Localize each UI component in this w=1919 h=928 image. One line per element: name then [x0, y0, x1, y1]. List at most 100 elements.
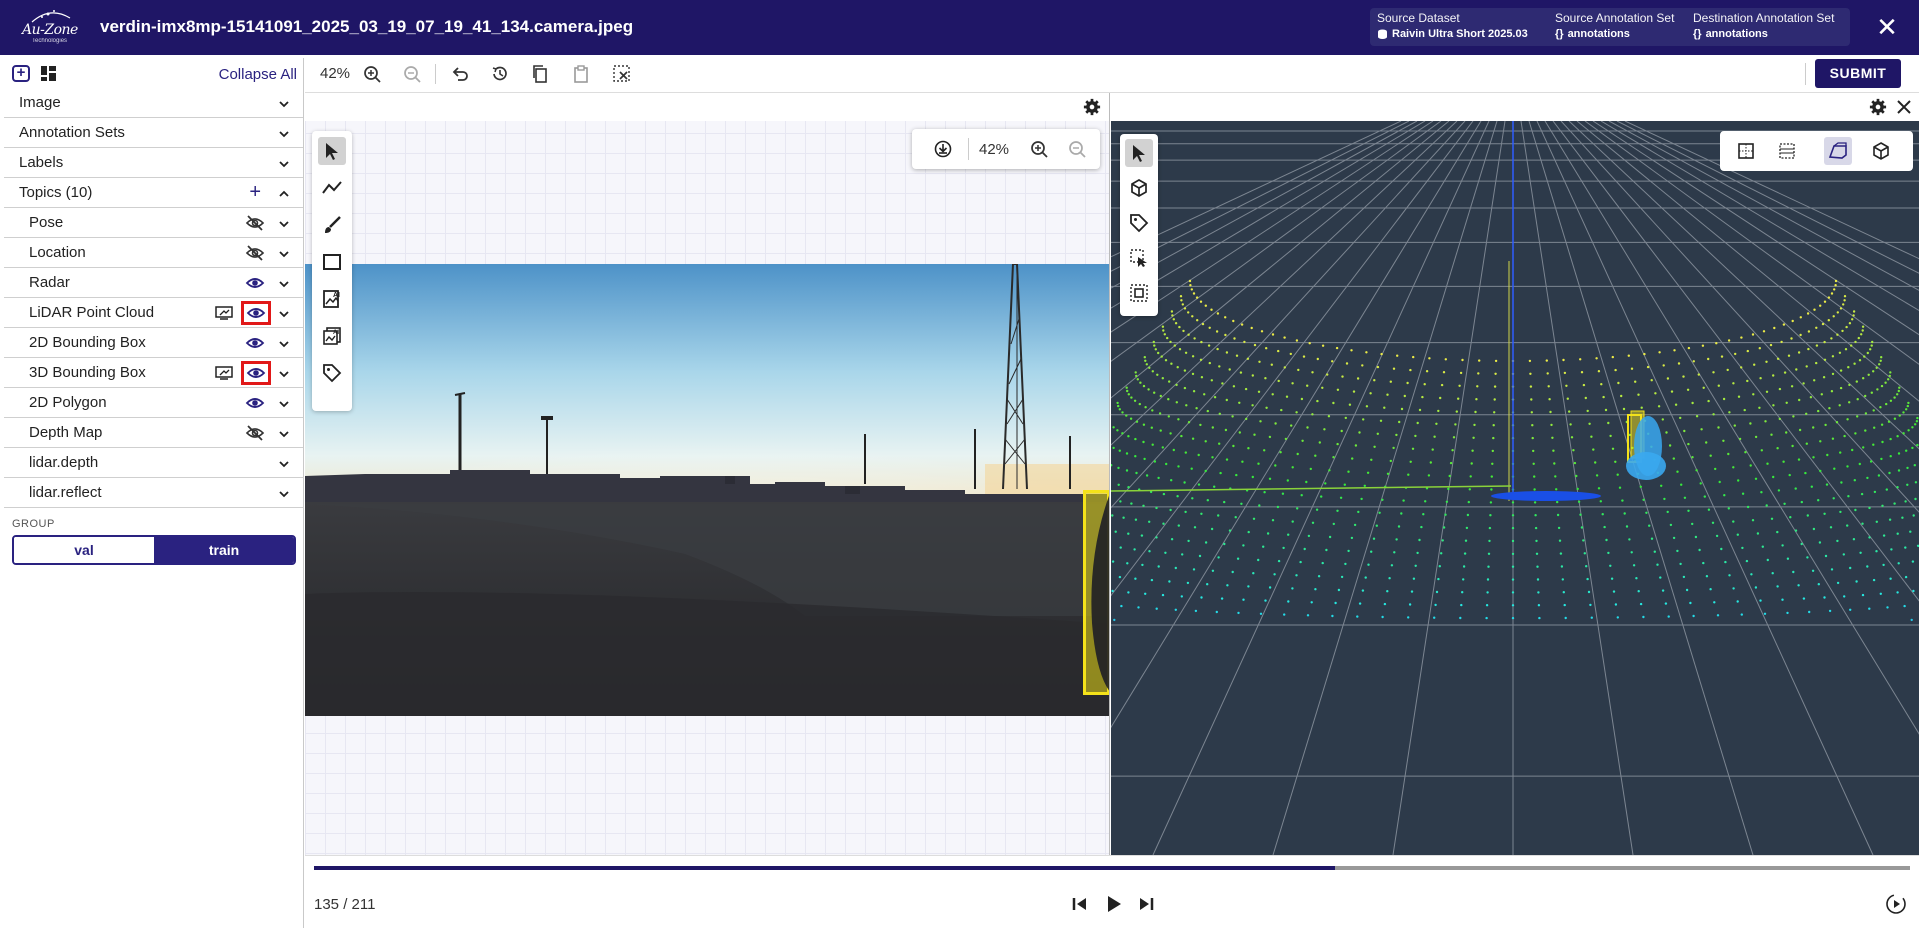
label-tool[interactable] [318, 359, 346, 387]
paste-icon[interactable] [571, 64, 591, 84]
display-icon[interactable] [215, 365, 233, 381]
lidar-point [1336, 509, 1339, 512]
group-option-val[interactable]: val [14, 537, 154, 563]
gear-icon[interactable] [1869, 98, 1887, 116]
lidar-point [1549, 410, 1552, 414]
ai-image-tool[interactable]: AI [318, 285, 346, 313]
lidar-point [1806, 312, 1810, 315]
lidar-point [1911, 446, 1914, 450]
add-panel-icon[interactable]: + [12, 65, 30, 82]
topic-lidar-point-cloud[interactable]: LiDAR Point Cloud [4, 298, 303, 328]
eye-icon[interactable] [241, 301, 271, 325]
lidar-point [1830, 337, 1833, 340]
chevron-down-icon[interactable] [279, 249, 289, 259]
chevron-down-icon[interactable] [279, 159, 289, 169]
submit-button[interactable]: SUBMIT [1815, 59, 1901, 88]
chevron-down-icon[interactable] [279, 219, 289, 229]
lasso-select-tool[interactable] [1125, 244, 1153, 272]
chevron-down-icon[interactable] [279, 369, 289, 379]
chevron-down-icon[interactable] [279, 399, 289, 409]
select-tool[interactable] [1125, 139, 1153, 167]
display-icon[interactable] [215, 305, 233, 321]
zoom-in-icon[interactable] [1029, 139, 1049, 159]
chevron-down-icon[interactable] [279, 309, 289, 319]
lidar-point [1340, 429, 1343, 433]
brush-tool[interactable] [318, 211, 346, 239]
copy-icon[interactable] [530, 64, 550, 84]
topic-2d-polygon[interactable]: 2D Polygon [4, 388, 303, 418]
collapse-all-button[interactable]: Collapse All [219, 66, 297, 83]
lidar-point [1553, 462, 1556, 465]
section-image[interactable]: Image [4, 88, 303, 118]
close-icon[interactable]: ✕ [1872, 12, 1902, 42]
topic-pose[interactable]: Pose [4, 208, 303, 238]
autoplay-icon[interactable] [1884, 892, 1908, 916]
eye-off-icon[interactable] [245, 215, 265, 231]
history-icon[interactable] [490, 64, 510, 84]
eye-icon[interactable] [245, 395, 265, 411]
topic-lidar-reflect[interactable]: lidar.reflect [4, 478, 303, 508]
top-view-button[interactable] [1732, 137, 1760, 165]
add-topic-icon[interactable]: + [249, 182, 261, 202]
chevron-down-icon[interactable] [279, 339, 289, 349]
chevron-up-icon[interactable] [279, 189, 289, 199]
chevron-down-icon[interactable] [279, 489, 289, 499]
close-icon[interactable] [1896, 99, 1912, 115]
point-cloud-view[interactable] [1111, 93, 1919, 855]
section-annotation-sets[interactable]: Annotation Sets [4, 118, 303, 148]
ai-batch-tool[interactable]: AI [318, 322, 346, 350]
chevron-down-icon[interactable] [279, 129, 289, 139]
rectangle-tool[interactable] [318, 248, 346, 276]
label-tool[interactable] [1125, 209, 1153, 237]
lidar-point [1268, 477, 1272, 480]
eye-off-icon[interactable] [245, 245, 265, 261]
lidar-point [1459, 371, 1463, 375]
topic-location[interactable]: Location [4, 238, 303, 268]
eye-off-icon[interactable] [245, 425, 265, 441]
cube-tool[interactable] [1125, 174, 1153, 202]
zoom-out-icon[interactable] [402, 64, 422, 84]
eye-icon[interactable] [245, 335, 265, 351]
zoom-in-icon[interactable] [362, 64, 382, 84]
download-icon[interactable] [934, 140, 952, 158]
lidar-point [1785, 431, 1788, 434]
undo-icon[interactable] [450, 64, 470, 84]
topic-depth-map[interactable]: Depth Map [4, 418, 303, 448]
polyline-tool[interactable] [318, 174, 346, 202]
play-icon[interactable] [1101, 892, 1125, 916]
skip-next-icon[interactable] [1134, 892, 1158, 916]
front-view-button[interactable] [1773, 137, 1801, 165]
select-tool[interactable] [318, 137, 346, 165]
lidar-point [1683, 496, 1687, 499]
lidar-point [1861, 329, 1864, 332]
zoom-out-icon[interactable] [1067, 139, 1087, 159]
lidar-point [1332, 522, 1335, 526]
section-topics[interactable]: Topics (10) + [4, 178, 303, 208]
deselect-icon[interactable] [612, 64, 632, 84]
topic-2d-bounding-box[interactable]: 2D Bounding Box [4, 328, 303, 358]
fit-view-tool[interactable] [1125, 279, 1153, 307]
dashboard-icon[interactable] [41, 66, 56, 81]
lidar-point [1896, 591, 1899, 594]
topic-radar[interactable]: Radar [4, 268, 303, 298]
image-view-panel[interactable]: AI AI 42% [305, 93, 1110, 855]
topic-3d-bounding-box[interactable]: 3D Bounding Box [4, 358, 303, 388]
frame-progress-bar[interactable] [314, 866, 1910, 870]
eye-icon[interactable] [245, 275, 265, 291]
skip-previous-icon[interactable] [1068, 892, 1092, 916]
source-dataset-value: Raivin Ultra Short 2025.03 [1392, 28, 1528, 40]
section-labels[interactable]: Labels [4, 148, 303, 178]
chevron-down-icon[interactable] [279, 279, 289, 289]
gear-icon[interactable] [1083, 98, 1101, 116]
chevron-down-icon[interactable] [279, 99, 289, 109]
3d-view-button[interactable] [1867, 137, 1895, 165]
lidar-point [1153, 460, 1157, 463]
lidar-point [1211, 569, 1215, 572]
topic-lidar-depth[interactable]: lidar.depth [4, 448, 303, 478]
eye-icon[interactable] [241, 361, 271, 385]
chevron-down-icon[interactable] [279, 429, 289, 439]
lidar-point [1868, 607, 1871, 610]
chevron-down-icon[interactable] [279, 459, 289, 469]
group-option-train[interactable]: train [154, 537, 294, 563]
perspective-view-button[interactable] [1824, 137, 1852, 165]
